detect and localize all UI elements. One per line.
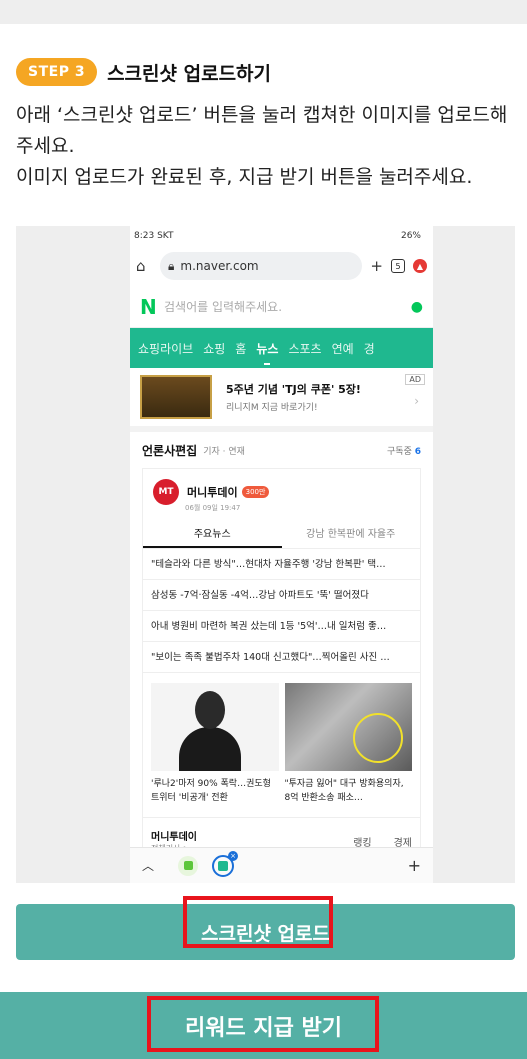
home-icon: ⌂	[136, 257, 146, 275]
chevron-up-icon: ︿	[142, 859, 155, 873]
status-battery: 26%	[400, 231, 421, 241]
publisher-logo: MT	[153, 479, 179, 505]
phone-screen: 8:23 SKT 26% ⌂ 🔒︎ m.naver.com + 5 ▲ N 검색…	[130, 226, 433, 883]
naver-logo: N	[140, 294, 157, 319]
plus-icon: +	[370, 257, 383, 275]
search-placeholder: 검색어를 입력해주세요.	[164, 300, 283, 314]
photo-caption: '루나2'마저 90% 폭락…권도형 트위터 '비공개' 전환	[151, 779, 271, 803]
status-time: 8:23 SKT	[134, 231, 174, 241]
press-header: 언론사편집 기자 · 연재 구독중 6	[130, 432, 433, 468]
nav-item-active: 뉴스	[256, 341, 279, 365]
step-header: STEP 3 스크린샷 업로드하기	[16, 58, 271, 86]
naver-nav: 쇼핑라이브 쇼핑 홈 뉴스 스포츠 연예 경	[130, 328, 433, 368]
card-tab: 주요뉴스	[143, 519, 282, 548]
news-photo	[151, 683, 279, 771]
ad-tag: AD	[405, 374, 425, 385]
photo-caption: "투자금 잃어" 대구 방화용의자, 8억 반환소송 패소…	[284, 779, 404, 803]
photo-item: "투자금 잃어" 대구 방화용의자, 8억 반환소송 패소…	[284, 683, 412, 813]
ad-banner: 5주년 기념 'TJ의 쿠폰' 5장! 리니지M 지금 바로가기! AD ›	[130, 368, 433, 432]
browser-address-row: ⌂ 🔒︎ m.naver.com + 5 ▲	[130, 246, 433, 286]
photo-news: '루나2'마저 90% 폭락…권도형 트위터 '비공개' 전환 "투자금 잃어"…	[143, 673, 420, 813]
nav-item: 쇼핑라이브	[138, 341, 194, 356]
step-badge: STEP 3	[16, 58, 98, 86]
screenshot-upload-button[interactable]: 스크린샷 업로드	[16, 904, 515, 960]
nav-item: 홈	[235, 341, 247, 356]
publisher-name: 머니투데이	[187, 486, 238, 499]
press-title: 언론사편집	[142, 443, 198, 458]
subscriber-badge: 300만	[241, 486, 270, 498]
app-icon	[178, 855, 199, 876]
headline: 삼성동 -7억·잠실동 -4억…강남 아파트도 '뚝' 떨어졌다	[143, 580, 420, 611]
press-sub: 기자 · 연재	[203, 446, 245, 457]
example-screenshot: 8:23 SKT 26% ⌂ 🔒︎ m.naver.com + 5 ▲ N 검색…	[16, 226, 515, 883]
photo-item: '루나2'마저 90% 폭락…권도형 트위터 '비공개' 전환	[151, 683, 279, 813]
card-tab: 강남 한복판에 자율주	[306, 529, 396, 540]
chevron-right-icon: ›	[414, 394, 419, 408]
instructions: 아래 ‘스크린샷 업로드’ 버튼을 눌러 캡쳐한 이미지를 업로드해주세요. 이…	[16, 100, 516, 193]
publish-date: 06월 09일 19:47	[185, 504, 241, 512]
reward-claim-button[interactable]: 리워드 지급 받기	[0, 992, 527, 1059]
url-bar: 🔒︎ m.naver.com	[160, 252, 363, 280]
news-photo	[284, 683, 412, 771]
headline: "테슬라와 다른 방식"…현대차 자율주행 '강남 한복판' 택…	[143, 549, 420, 580]
browser-bottom-bar: ︿ × +	[130, 847, 433, 883]
headline: 아내 병원비 마련하 복권 샀는데 1등 '5억'…내 일처럼 좋…	[143, 611, 420, 642]
footer-publisher: 머니투데이	[151, 832, 197, 843]
instruction-line-2: 이미지 업로드가 완료된 후, 지급 받기 버튼을 눌러주세요.	[16, 166, 473, 188]
naver-search-row: N 검색어를 입력해주세요. ●	[130, 286, 433, 328]
news-card: MT 머니투데이 300만 06월 09일 19:47 주요뉴스 강남 한복판에…	[142, 468, 421, 865]
ad-image	[140, 375, 212, 419]
nav-item: 연예	[331, 341, 354, 356]
instruction-line-1: 아래 ‘스크린샷 업로드’ 버튼을 눌러 캡쳐한 이미지를 업로드해주세요.	[16, 104, 508, 157]
url-text: m.naver.com	[180, 259, 259, 273]
nav-item: 쇼핑	[203, 341, 226, 356]
top-divider	[0, 0, 527, 24]
lock-icon: 🔒︎	[168, 258, 175, 273]
nav-item: 스포츠	[288, 341, 322, 356]
whale-icon: ▲	[413, 259, 427, 273]
tab-count-icon: 5	[391, 259, 405, 273]
plus-icon: +	[407, 856, 421, 875]
subscribe-count: 구독중 6	[387, 446, 421, 457]
nav-item: 경	[363, 341, 375, 356]
headline: "보이는 족족 불법주차 140대 신고했다"…찍어올린 사진 …	[143, 642, 420, 673]
card-tabs: 주요뉴스 강남 한복판에 자율주	[143, 519, 420, 549]
mic-icon: ●	[410, 298, 423, 315]
ad-subtitle: 리니지M 지금 바로가기!	[226, 403, 318, 413]
status-bar: 8:23 SKT 26%	[130, 226, 433, 246]
ad-title: 5주년 기념 'TJ의 쿠폰' 5장!	[226, 383, 361, 396]
close-icon: ×	[228, 850, 239, 861]
step-title: 스크린샷 업로드하기	[107, 62, 272, 85]
naver-app-icon: ×	[212, 850, 239, 877]
